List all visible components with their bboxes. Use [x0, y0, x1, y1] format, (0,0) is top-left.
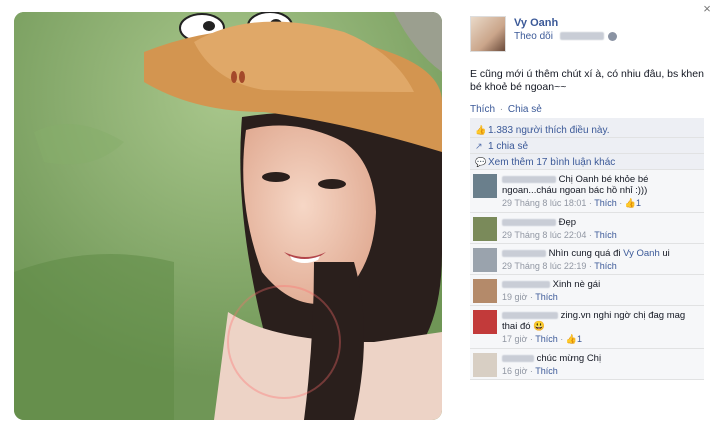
comment-meta: 16 giờ · Thích [502, 366, 558, 376]
redacted-name[interactable] [502, 249, 546, 257]
globe-icon [608, 31, 618, 41]
comment-item: chúc mừng Chị 16 giờ · Thích [470, 349, 704, 380]
comment-like-link[interactable]: Thích [535, 366, 558, 376]
comment-item: Nhìn cung quá đi Vy Oanh ui 29 Tháng 8 l… [470, 244, 704, 275]
comment-like-link[interactable]: Thích [535, 334, 558, 344]
post-panel: × Vy Oanh Theo dõi E cũng mới ú thêm chú… [456, 0, 720, 432]
photo-stage [0, 0, 456, 432]
comment-icon: 💬 [475, 157, 487, 167]
comment-item: Đẹp 29 Tháng 8 lúc 22:04 · Thích [470, 213, 704, 244]
photo[interactable] [14, 12, 442, 420]
comment-body: Xinh nè gái [552, 279, 601, 290]
more-comments-link[interactable]: 💬 Xem thêm 17 bình luận khác [470, 154, 704, 170]
comment-like-link[interactable]: Thích [594, 261, 617, 271]
comment-time[interactable]: 29 Tháng 8 lúc 22:19 [502, 261, 586, 271]
comment-body: Nhìn cung quá đi [548, 248, 621, 259]
comment-time[interactable]: 17 giờ [502, 334, 527, 344]
post-actions: Thích · Chia sẻ [470, 104, 542, 115]
comment-text: Xinh nè gái [502, 279, 700, 290]
comment-like-link[interactable]: Thích [594, 230, 617, 240]
comment-time[interactable]: 29 Tháng 8 lúc 18:01 [502, 198, 586, 208]
comment-text: Chị Oanh bé khỏe bé ngoan...cháu ngoan b… [502, 174, 700, 196]
more-comments-text: Xem thêm 17 bình luận khác [488, 157, 616, 168]
redacted-name[interactable] [502, 280, 550, 288]
commenter-avatar[interactable] [473, 248, 497, 272]
like-link[interactable]: Thích [470, 104, 495, 115]
comment-meta: 29 Tháng 8 lúc 18:01 · Thích · 👍1 [502, 198, 641, 208]
author-name[interactable]: Vy Oanh [514, 17, 558, 29]
comment-item: Xinh nè gái 19 giờ · Thích [470, 275, 704, 306]
redacted-name[interactable] [502, 218, 556, 226]
follow-link[interactable]: Theo dõi [514, 31, 553, 42]
redacted-name[interactable] [502, 311, 558, 319]
comment-like-link[interactable]: Thích [535, 292, 558, 302]
feedback-box: 👍 1.383 người thích điều này. ↗ 1 chia sẻ … [470, 118, 704, 380]
comment-meta: 19 giờ · Thích [502, 292, 558, 302]
action-separator: · [499, 104, 504, 115]
follow-row: Theo dõi [514, 31, 618, 42]
photo-illustration [14, 12, 442, 420]
likes-text: 1.383 người thích điều này. [488, 125, 610, 136]
thumbs-up-icon: 👍 [565, 334, 577, 344]
comment-meta: 17 giờ · Thích · 👍1 [502, 334, 583, 344]
comment-like-count[interactable]: 1 [636, 198, 641, 208]
commenter-avatar[interactable] [473, 217, 497, 241]
thumbs-up-icon: 👍 [475, 125, 487, 135]
redacted-date [559, 32, 604, 41]
comment-text: Đẹp [502, 217, 700, 228]
comment-time[interactable]: 19 giờ [502, 292, 527, 302]
thumbs-up-icon: 👍 [624, 198, 636, 208]
comment-like-link[interactable]: Thích [594, 198, 617, 208]
comment-meta: 29 Tháng 8 lúc 22:04 · Thích [502, 230, 617, 240]
comment-time[interactable]: 29 Tháng 8 lúc 22:04 [502, 230, 586, 240]
redacted-name[interactable] [502, 354, 534, 362]
shares-summary[interactable]: ↗ 1 chia sẻ [470, 138, 704, 154]
comment-like-count[interactable]: 1 [577, 334, 582, 344]
mention-link[interactable]: Vy Oanh [623, 248, 660, 259]
comment-body: Đẹp [558, 217, 577, 228]
commenter-avatar[interactable] [473, 279, 497, 303]
commenter-avatar[interactable] [473, 310, 497, 334]
redacted-name[interactable] [502, 175, 556, 183]
comment-item: zing.vn nghi ngờ chị đag mag thai đó 😃 1… [470, 306, 704, 349]
comment-text: zing.vn nghi ngờ chị đag mag thai đó 😃 [502, 310, 700, 332]
share-icon: ↗ [475, 141, 483, 151]
share-link[interactable]: Chia sẻ [508, 104, 542, 115]
photo-viewer: × Vy Oanh Theo dõi E cũng mới ú thêm chú… [0, 0, 720, 432]
commenter-avatar[interactable] [473, 353, 497, 377]
comment-meta: 29 Tháng 8 lúc 22:19 · Thích [502, 261, 617, 271]
shares-text: 1 chia sẻ [488, 141, 529, 152]
comment-text: Nhìn cung quá đi Vy Oanh ui [502, 248, 700, 259]
comment-text: chúc mừng Chị [502, 353, 700, 364]
likes-summary[interactable]: 👍 1.383 người thích điều này. [470, 122, 704, 138]
comment-body: chúc mừng Chị [536, 353, 602, 364]
comment-time[interactable]: 16 giờ [502, 366, 527, 376]
comment-item: Chị Oanh bé khỏe bé ngoan...cháu ngoan b… [470, 170, 704, 213]
close-icon[interactable]: × [700, 2, 714, 16]
post-caption: E cũng mới ú thêm chút xí à, có nhiu đâu… [470, 68, 704, 93]
author-avatar[interactable] [470, 16, 506, 52]
commenter-avatar[interactable] [473, 174, 497, 198]
comment-suffix: ui [662, 248, 670, 259]
